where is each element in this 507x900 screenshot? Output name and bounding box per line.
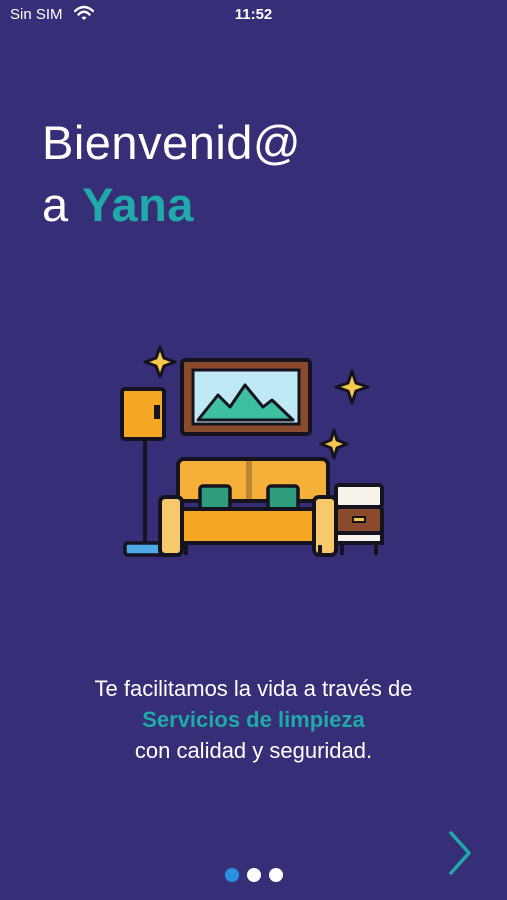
next-button[interactable] (440, 828, 480, 878)
page-dot[interactable] (247, 868, 261, 882)
welcome-heading: Bienvenid@ a Yana (42, 112, 301, 236)
chevron-right-icon (449, 831, 471, 875)
status-bar: Sin SIM 11:52 (0, 0, 507, 30)
picture-frame (180, 358, 312, 436)
sparkle-icon (143, 345, 177, 379)
living-room-icon (120, 345, 384, 557)
tagline: Te facilitamos la vida a través de Servi… (0, 673, 507, 766)
tagline-line-3: con calidad y seguridad. (134, 738, 373, 763)
welcome-prefix: a (42, 178, 69, 231)
tagline-line-1: Te facilitamos la vida a través de (94, 676, 413, 701)
sparkle-icon (334, 369, 370, 405)
page-dot-active[interactable] (225, 868, 239, 882)
welcome-line-1: Bienvenid@ (42, 116, 302, 169)
welcome-line-2: a Yana (42, 174, 301, 236)
sparkle-icon (319, 428, 349, 460)
status-time: 11:52 (234, 6, 273, 23)
page-dot[interactable] (269, 868, 283, 882)
nightstand (334, 483, 384, 555)
sofa (158, 457, 338, 557)
tagline-highlight: Servicios de limpieza (142, 707, 365, 732)
brand-name: Yana (82, 178, 194, 231)
